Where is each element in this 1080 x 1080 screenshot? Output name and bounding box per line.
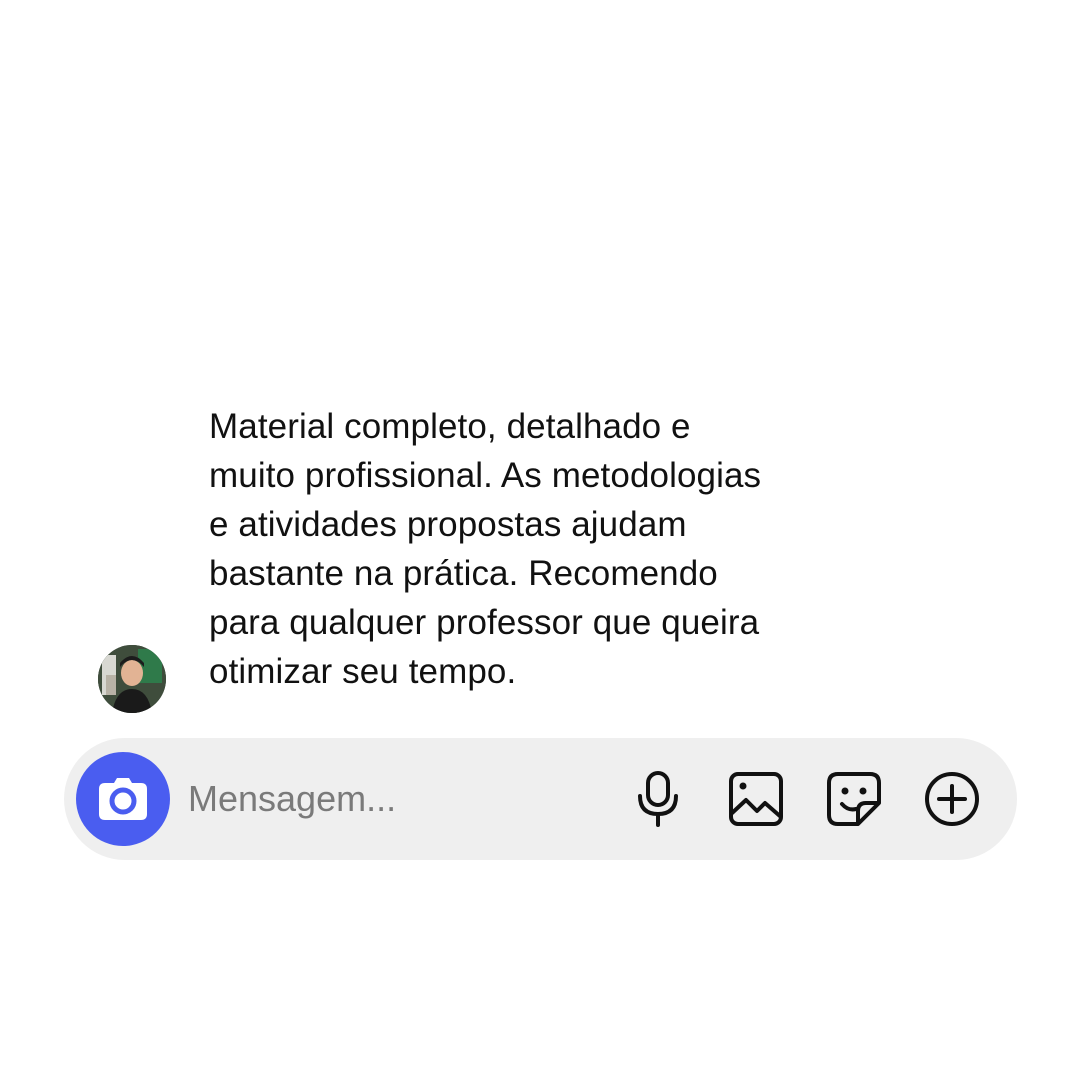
plus-icon [925, 772, 979, 826]
gallery-button[interactable] [726, 769, 786, 829]
gallery-icon [729, 772, 783, 826]
message-row: Material completo, detalhado e muito pro… [0, 0, 1080, 720]
avatar-photo [98, 645, 166, 713]
message-composer [64, 738, 1017, 860]
add-button[interactable] [922, 769, 982, 829]
camera-button[interactable] [76, 752, 170, 846]
camera-icon [99, 778, 147, 820]
avatar[interactable] [98, 645, 166, 713]
message-line: otimizar seu tempo. [209, 652, 517, 691]
sticker-icon [827, 772, 881, 826]
message-line: para qualquer professor que queira [209, 603, 760, 642]
message-bubble: Material completo, detalhado e muito pro… [209, 402, 889, 696]
message-line: bastante na prática. Recomendo [209, 554, 718, 593]
microphone-icon [638, 771, 678, 827]
microphone-button[interactable] [628, 769, 688, 829]
message-line: e atividades propostas ajudam [209, 505, 687, 544]
message-line: Material completo, detalhado e [209, 407, 691, 446]
sticker-button[interactable] [824, 769, 884, 829]
message-input[interactable] [188, 769, 608, 829]
message-line: muito profissional. As metodologias [209, 456, 762, 495]
